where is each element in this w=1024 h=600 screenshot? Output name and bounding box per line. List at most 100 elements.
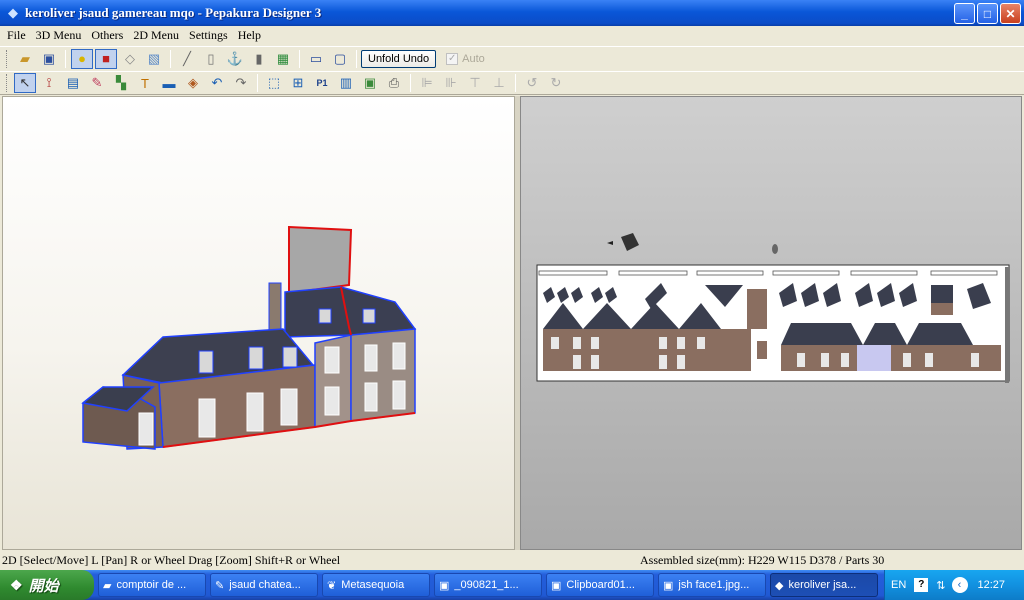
- task-label: comptoir de ...: [116, 579, 187, 591]
- maximize-button[interactable]: □: [977, 3, 998, 24]
- window: [797, 353, 805, 367]
- wall-part: [757, 341, 767, 359]
- auto-label: Auto: [462, 52, 485, 65]
- single-view-icon[interactable]: ▭: [305, 49, 327, 69]
- menu-settings[interactable]: Settings: [184, 28, 233, 43]
- window-title: keroliver jsaud gamereau mqo - Pepakura …: [25, 5, 322, 20]
- taskbar-item-image1[interactable]: ▣ _090821_1...: [434, 573, 542, 597]
- window: [364, 382, 378, 412]
- toolbar-grip[interactable]: [6, 74, 9, 92]
- help-icon[interactable]: ?: [914, 578, 929, 592]
- clock[interactable]: 12:27: [978, 579, 1006, 591]
- align-center-icon[interactable]: ⊪: [440, 73, 462, 93]
- tower-piece: [288, 225, 353, 295]
- cylinder-icon[interactable]: ▯: [200, 49, 222, 69]
- 2d-layout-canvas[interactable]: [521, 97, 1022, 550]
- window: [324, 386, 340, 416]
- window: [677, 337, 685, 349]
- shape-icon[interactable]: ▮: [248, 49, 270, 69]
- system-tray: EN ? ⇅ ‹ 12:27: [884, 570, 1024, 600]
- window: [903, 353, 911, 367]
- toolbar-2d: ↖ ⟟ ▤ ✎ ▚ T ▬ ◈ ↶ ↷ ⬚ ⊞ P1 ▥ ▣ ⎙ ⊫ ⊪ ⊤ ⊥…: [0, 71, 1024, 95]
- select-icon[interactable]: ↖: [14, 73, 36, 93]
- rotate-right-90-icon[interactable]: ↻: [545, 73, 567, 93]
- roof-part: [931, 285, 953, 303]
- menu-help[interactable]: Help: [233, 28, 266, 43]
- page-icon[interactable]: P1: [311, 73, 333, 93]
- toolbar-main: ▰ ▣ ● ■ ◇ ▧ ╱ ▯ ⚓ ▮ ▦ ▭ ▢ Unfold Undo ✓ A…: [0, 46, 1024, 70]
- align-top-icon[interactable]: ⊤: [464, 73, 486, 93]
- menu-3d[interactable]: 3D Menu: [31, 28, 87, 43]
- separator: [410, 74, 411, 92]
- selected-part: [857, 345, 891, 371]
- task-label: Metasequoia: [341, 579, 405, 591]
- taskbar: ❖ 開始 ▰ comptoir de ... ✎ jsaud chatea... ❦…: [0, 570, 1024, 600]
- taskbar-item-pepakura[interactable]: ◆ keroliver jsa...: [770, 573, 878, 597]
- pencil-icon: ✎: [215, 579, 225, 592]
- separator: [257, 74, 258, 92]
- language-indicator[interactable]: EN: [891, 579, 906, 591]
- edge-icon[interactable]: ╱: [176, 49, 198, 69]
- menu-others[interactable]: Others: [86, 28, 128, 43]
- unfold-undo-button[interactable]: Unfold Undo: [361, 49, 437, 68]
- 3d-model-canvas[interactable]: [3, 97, 515, 550]
- window: [925, 353, 933, 367]
- arrange-icon[interactable]: ⊞: [287, 73, 309, 93]
- network-icon[interactable]: ⇅: [936, 579, 945, 592]
- chimney: [268, 282, 282, 336]
- window: [841, 353, 849, 367]
- rotate-part-icon[interactable]: ◈: [182, 73, 204, 93]
- menu-file[interactable]: File: [2, 28, 31, 43]
- save-icon[interactable]: ▣: [38, 49, 60, 69]
- window: [364, 344, 378, 372]
- glue-icon[interactable]: ▚: [110, 73, 132, 93]
- leaf-icon: ❦: [327, 579, 337, 592]
- 2d-view[interactable]: [520, 96, 1022, 550]
- paint-icon[interactable]: ✎: [86, 73, 108, 93]
- join-icon[interactable]: ⟟: [38, 73, 60, 93]
- separator: [170, 49, 171, 68]
- 3d-view[interactable]: [2, 96, 515, 550]
- open-icon[interactable]: ▰: [14, 49, 36, 69]
- align-bottom-icon[interactable]: ⊥: [488, 73, 510, 93]
- wireframe-icon[interactable]: ◇: [119, 49, 141, 69]
- print-setup-icon[interactable]: ▥: [335, 73, 357, 93]
- taskbar-item-jsh-face[interactable]: ▣ jsh face1.jpg...: [658, 573, 766, 597]
- toolbar-grip[interactable]: [6, 49, 9, 68]
- fit-icon[interactable]: ⬚: [263, 73, 285, 93]
- rotate-left-90-icon[interactable]: ↺: [521, 73, 543, 93]
- task-label: jsaud chatea...: [229, 579, 301, 591]
- pepakura-icon: ◆: [775, 579, 784, 592]
- window: [392, 380, 406, 410]
- grid-icon[interactable]: ▤: [62, 73, 84, 93]
- align-left-icon[interactable]: ⊫: [416, 73, 438, 93]
- print-preview-icon[interactable]: ▣: [359, 73, 381, 93]
- text-icon[interactable]: T: [134, 73, 156, 93]
- minimize-button[interactable]: _: [954, 3, 975, 24]
- image-icon[interactable]: ▬: [158, 73, 180, 93]
- check-icon: ✓: [446, 52, 459, 65]
- taskbar-item-folder[interactable]: ▰ comptoir de ...: [98, 573, 206, 597]
- layout-icon[interactable]: ▦: [272, 49, 294, 69]
- texture-icon[interactable]: ■: [95, 48, 117, 69]
- undo-icon[interactable]: ↶: [206, 73, 228, 93]
- separator: [299, 49, 300, 68]
- pepakura-icon[interactable]: ◆: [5, 5, 21, 21]
- window: [573, 337, 581, 349]
- print-icon[interactable]: ⎙: [383, 73, 405, 93]
- door: [138, 412, 154, 446]
- anchor-icon[interactable]: ⚓: [224, 49, 246, 69]
- box-icon[interactable]: ▧: [143, 49, 165, 69]
- taskbar-item-clipboard[interactable]: ▣ Clipboard01...: [546, 573, 654, 597]
- taskbar-item-metasequoia[interactable]: ❦ Metasequoia: [322, 573, 430, 597]
- auto-checkbox[interactable]: ✓ Auto: [446, 52, 485, 65]
- dual-view-icon[interactable]: ▢: [329, 49, 351, 69]
- window: [821, 353, 829, 367]
- taskbar-item-jsaud[interactable]: ✎ jsaud chatea...: [210, 573, 318, 597]
- light-icon[interactable]: ●: [71, 48, 93, 69]
- start-button[interactable]: ❖ 開始: [0, 570, 94, 600]
- chevron-left-icon[interactable]: ‹: [951, 577, 968, 593]
- redo-icon[interactable]: ↷: [230, 73, 252, 93]
- menu-2d[interactable]: 2D Menu: [128, 28, 184, 43]
- close-button[interactable]: ✕: [1000, 3, 1021, 24]
